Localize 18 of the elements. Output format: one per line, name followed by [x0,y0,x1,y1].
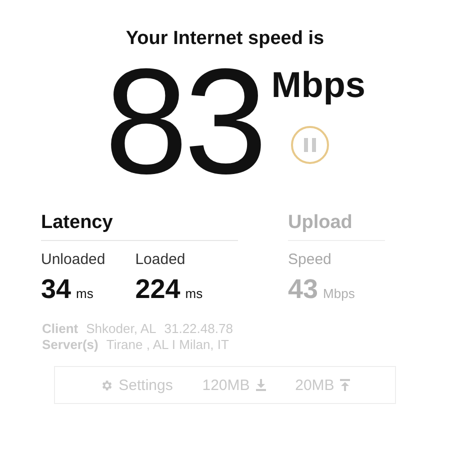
pause-button[interactable] [291,126,330,164]
upload-icon [340,379,350,391]
metric-value: 43 [288,274,318,305]
section-title: Latency [41,212,238,241]
speed-unit: Mbps [271,64,366,106]
metric-label: Loaded [135,251,186,268]
settings-icon [100,378,113,392]
metric-value: 34 [41,274,72,305]
metric-value: 224 [135,274,180,305]
section-title: Upload [288,212,385,241]
download-icon [256,379,266,391]
metric-unit: Mbps [323,286,355,301]
metric-unit: ms [185,286,203,301]
metric-label: Speed [288,251,332,268]
speed-heading: Your Internet speed is [126,28,324,50]
metric-label: Unloaded [41,251,106,268]
metric-unit: ms [76,286,94,301]
pause-icon [304,138,316,152]
